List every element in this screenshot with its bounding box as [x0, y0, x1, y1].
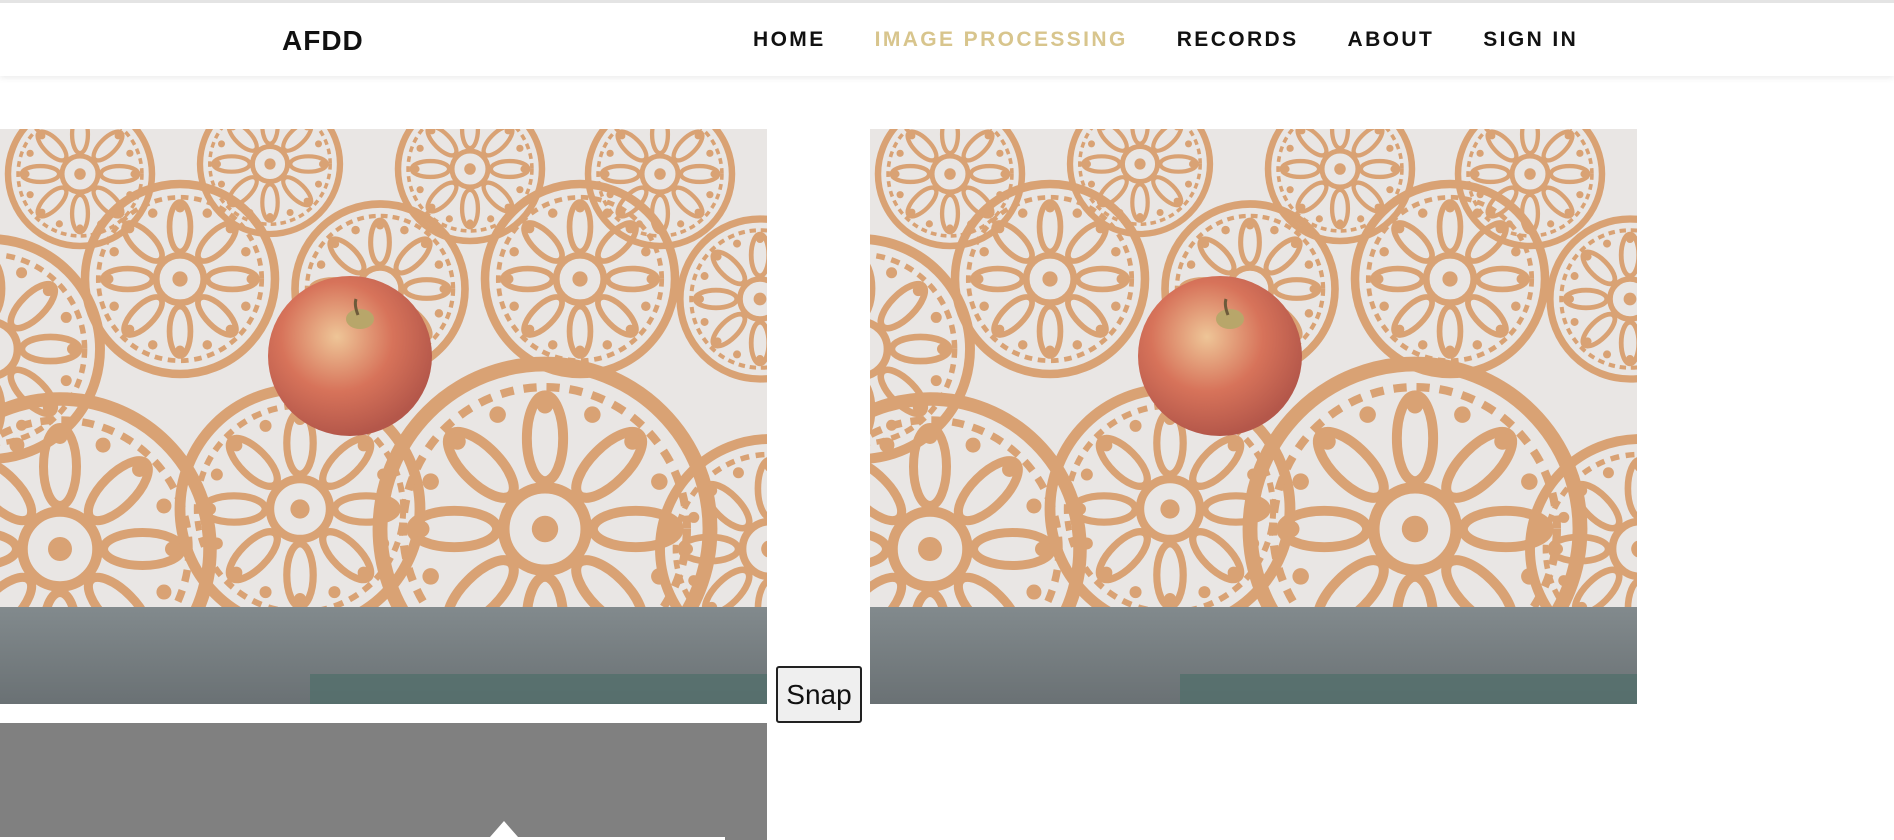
captured-snapshot — [870, 129, 1637, 704]
main-nav: HOME IMAGE PROCESSING RECORDS ABOUT SIGN… — [753, 28, 1578, 52]
nav-sign-in[interactable]: SIGN IN — [1483, 28, 1578, 52]
results-panel — [0, 723, 767, 840]
top-navbar: AFDD HOME IMAGE PROCESSING RECORDS ABOUT… — [0, 0, 1894, 76]
nav-about[interactable]: ABOUT — [1348, 28, 1435, 52]
nav-records[interactable]: RECORDS — [1177, 28, 1299, 52]
nav-image-processing[interactable]: IMAGE PROCESSING — [875, 28, 1128, 52]
live-camera-feed — [0, 129, 767, 704]
snap-button[interactable]: Snap — [776, 666, 862, 723]
nav-home[interactable]: HOME — [753, 28, 826, 52]
panel-pointer-icon — [490, 821, 518, 837]
brand-logo[interactable]: AFDD — [282, 25, 364, 57]
